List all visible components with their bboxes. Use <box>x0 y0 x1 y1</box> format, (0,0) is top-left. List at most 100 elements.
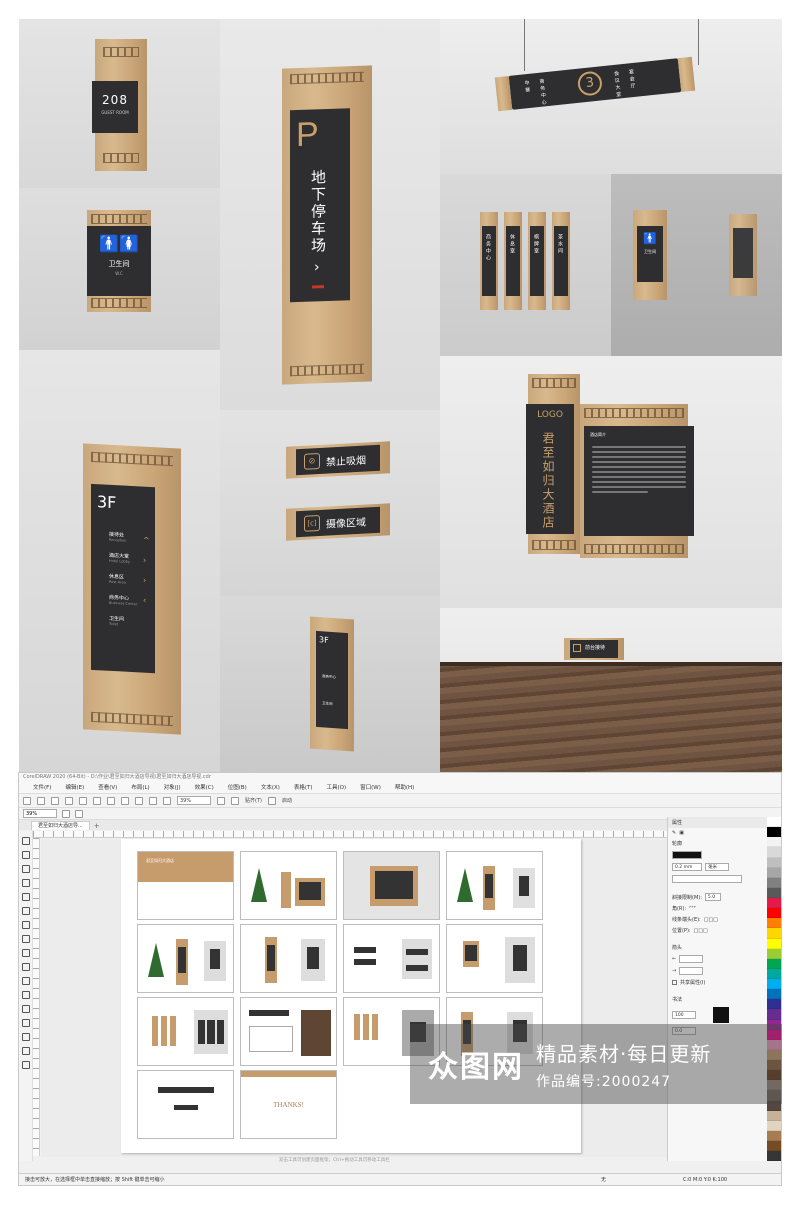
outline-pen-icon[interactable]: ✎ <box>672 830 676 836</box>
color-swatch[interactable] <box>767 958 781 969</box>
color-swatch[interactable] <box>767 817 781 828</box>
position-icon[interactable]: □□□ <box>694 928 708 934</box>
menu-item[interactable]: 布局(L) <box>131 782 149 793</box>
options-gear-icon[interactable] <box>267 796 276 805</box>
color-swatch[interactable] <box>767 918 781 929</box>
fill-icon[interactable]: ▣ <box>679 830 684 836</box>
color-swatch[interactable] <box>767 847 781 858</box>
vertical-ruler[interactable] <box>33 838 40 1156</box>
page-zoom-select[interactable]: 39% <box>23 809 57 818</box>
ellipse-tool-icon[interactable] <box>21 935 30 943</box>
parallel-dimension-tool-icon[interactable] <box>21 977 30 985</box>
menu-item[interactable]: 对象(J) <box>164 782 181 793</box>
menu-item[interactable]: 查看(V) <box>98 782 117 793</box>
arrow-start-icon[interactable]: ← <box>672 956 676 962</box>
paste-icon[interactable] <box>107 796 115 805</box>
shape-tool-icon[interactable] <box>21 851 30 859</box>
page-orientation-icon[interactable] <box>62 809 70 818</box>
menu-item[interactable]: 编辑(E) <box>65 782 84 793</box>
page-thumbnail[interactable] <box>343 851 440 920</box>
menu-item[interactable]: 帮助(H) <box>395 782 414 793</box>
color-swatch[interactable] <box>767 867 781 878</box>
rectangle-tool-icon[interactable] <box>21 921 30 929</box>
fullscreen-icon[interactable] <box>217 796 225 805</box>
menu-item[interactable]: 表格(T) <box>294 782 313 793</box>
drop-shadow-tool-icon[interactable] <box>21 1005 30 1013</box>
corner-style-icon[interactable]: ⌜⌜⌜ <box>689 906 696 912</box>
color-swatch[interactable] <box>767 989 781 1000</box>
page-thumbnail-cover[interactable]: 君至如归大酒店 <box>137 851 234 920</box>
page-thumbnail[interactable] <box>137 1070 234 1139</box>
color-swatch[interactable] <box>767 827 781 838</box>
arrow-start-select[interactable] <box>679 955 704 963</box>
color-swatch[interactable] <box>767 928 781 939</box>
horizontal-ruler[interactable] <box>33 831 667 838</box>
color-swatch[interactable] <box>767 938 781 949</box>
menu-item[interactable]: 文本(X) <box>261 782 280 793</box>
import-icon[interactable] <box>149 796 157 805</box>
save-icon[interactable] <box>51 796 59 805</box>
color-swatch[interactable] <box>767 999 781 1010</box>
color-swatch[interactable] <box>767 908 781 919</box>
artistic-media-tool-icon[interactable] <box>21 907 30 915</box>
page-thumbnail[interactable] <box>446 851 543 920</box>
transparency-tool-icon[interactable] <box>21 1019 30 1027</box>
menu-item[interactable]: 位图(B) <box>228 782 247 793</box>
smart-fill-tool-icon[interactable] <box>21 1061 30 1069</box>
redo-icon[interactable] <box>135 796 143 805</box>
page-thumbnail[interactable] <box>240 924 337 993</box>
line-style-select[interactable] <box>672 875 742 883</box>
freehand-tool-icon[interactable] <box>21 893 30 901</box>
rulers-icon[interactable] <box>231 796 239 805</box>
stretch-field[interactable]: 100 <box>672 1011 696 1019</box>
color-swatch[interactable] <box>767 898 781 909</box>
color-swatch[interactable] <box>767 948 781 959</box>
add-page-icon[interactable] <box>75 809 83 818</box>
arrow-end-select[interactable] <box>679 967 704 975</box>
print-icon[interactable] <box>65 796 73 805</box>
page-thumbnail[interactable] <box>137 924 234 993</box>
color-swatch[interactable] <box>767 1151 781 1162</box>
crop-tool-icon[interactable] <box>21 865 30 873</box>
pick-tool-icon[interactable] <box>21 837 30 845</box>
eyedropper-tool-icon[interactable] <box>21 1033 30 1041</box>
interactive-fill-tool-icon[interactable] <box>21 1047 30 1055</box>
page-thumbnail[interactable] <box>343 924 440 993</box>
color-swatch[interactable] <box>767 968 781 979</box>
page-thumbnail-thanks[interactable]: THANKS! <box>240 1070 337 1139</box>
menu-item[interactable]: 工具(O) <box>327 782 347 793</box>
drawing-canvas[interactable]: 君至如归大酒店 THANKS! <box>41 839 667 1157</box>
color-swatch[interactable] <box>767 887 781 898</box>
unit-select[interactable]: 毫米 <box>705 863 729 871</box>
color-swatch[interactable] <box>767 837 781 848</box>
page-sheet[interactable]: 君至如归大酒店 THANKS! <box>121 839 581 1153</box>
color-swatch[interactable] <box>767 857 781 868</box>
miter-limit-field[interactable]: 5.0 <box>704 893 721 901</box>
menu-item[interactable]: 文件(F) <box>33 782 51 793</box>
copy-icon[interactable] <box>93 796 101 805</box>
line-cap-icon[interactable]: □□□ <box>704 917 718 923</box>
document-tab[interactable]: 君至如归大酒店导... <box>31 821 90 830</box>
menu-item[interactable]: 效果(C) <box>195 782 214 793</box>
snap-to-button[interactable]: 贴齐(T) <box>245 797 262 804</box>
color-swatch[interactable] <box>767 1130 781 1141</box>
undo-icon[interactable] <box>121 796 129 805</box>
arrow-end-icon[interactable]: → <box>672 968 676 974</box>
color-swatch[interactable] <box>767 979 781 990</box>
color-swatch[interactable] <box>767 1009 781 1020</box>
color-swatch[interactable] <box>767 1120 781 1131</box>
cut-icon[interactable] <box>79 796 87 805</box>
export-icon[interactable] <box>163 796 171 805</box>
outline-width-field[interactable]: 0.2 mm <box>672 863 702 871</box>
connector-tool-icon[interactable] <box>21 991 30 999</box>
new-file-icon[interactable] <box>23 796 31 805</box>
color-swatch[interactable] <box>767 877 781 888</box>
color-swatch[interactable] <box>767 1110 781 1121</box>
menu-item[interactable]: 窗口(W) <box>360 782 381 793</box>
zoom-tool-icon[interactable] <box>21 879 30 887</box>
page-thumbnail[interactable] <box>240 997 337 1066</box>
add-tab-icon[interactable]: + <box>94 822 100 830</box>
text-tool-icon[interactable] <box>21 963 30 971</box>
zoom-level-select[interactable]: 39% <box>177 796 211 805</box>
color-swatch[interactable] <box>767 1141 781 1152</box>
